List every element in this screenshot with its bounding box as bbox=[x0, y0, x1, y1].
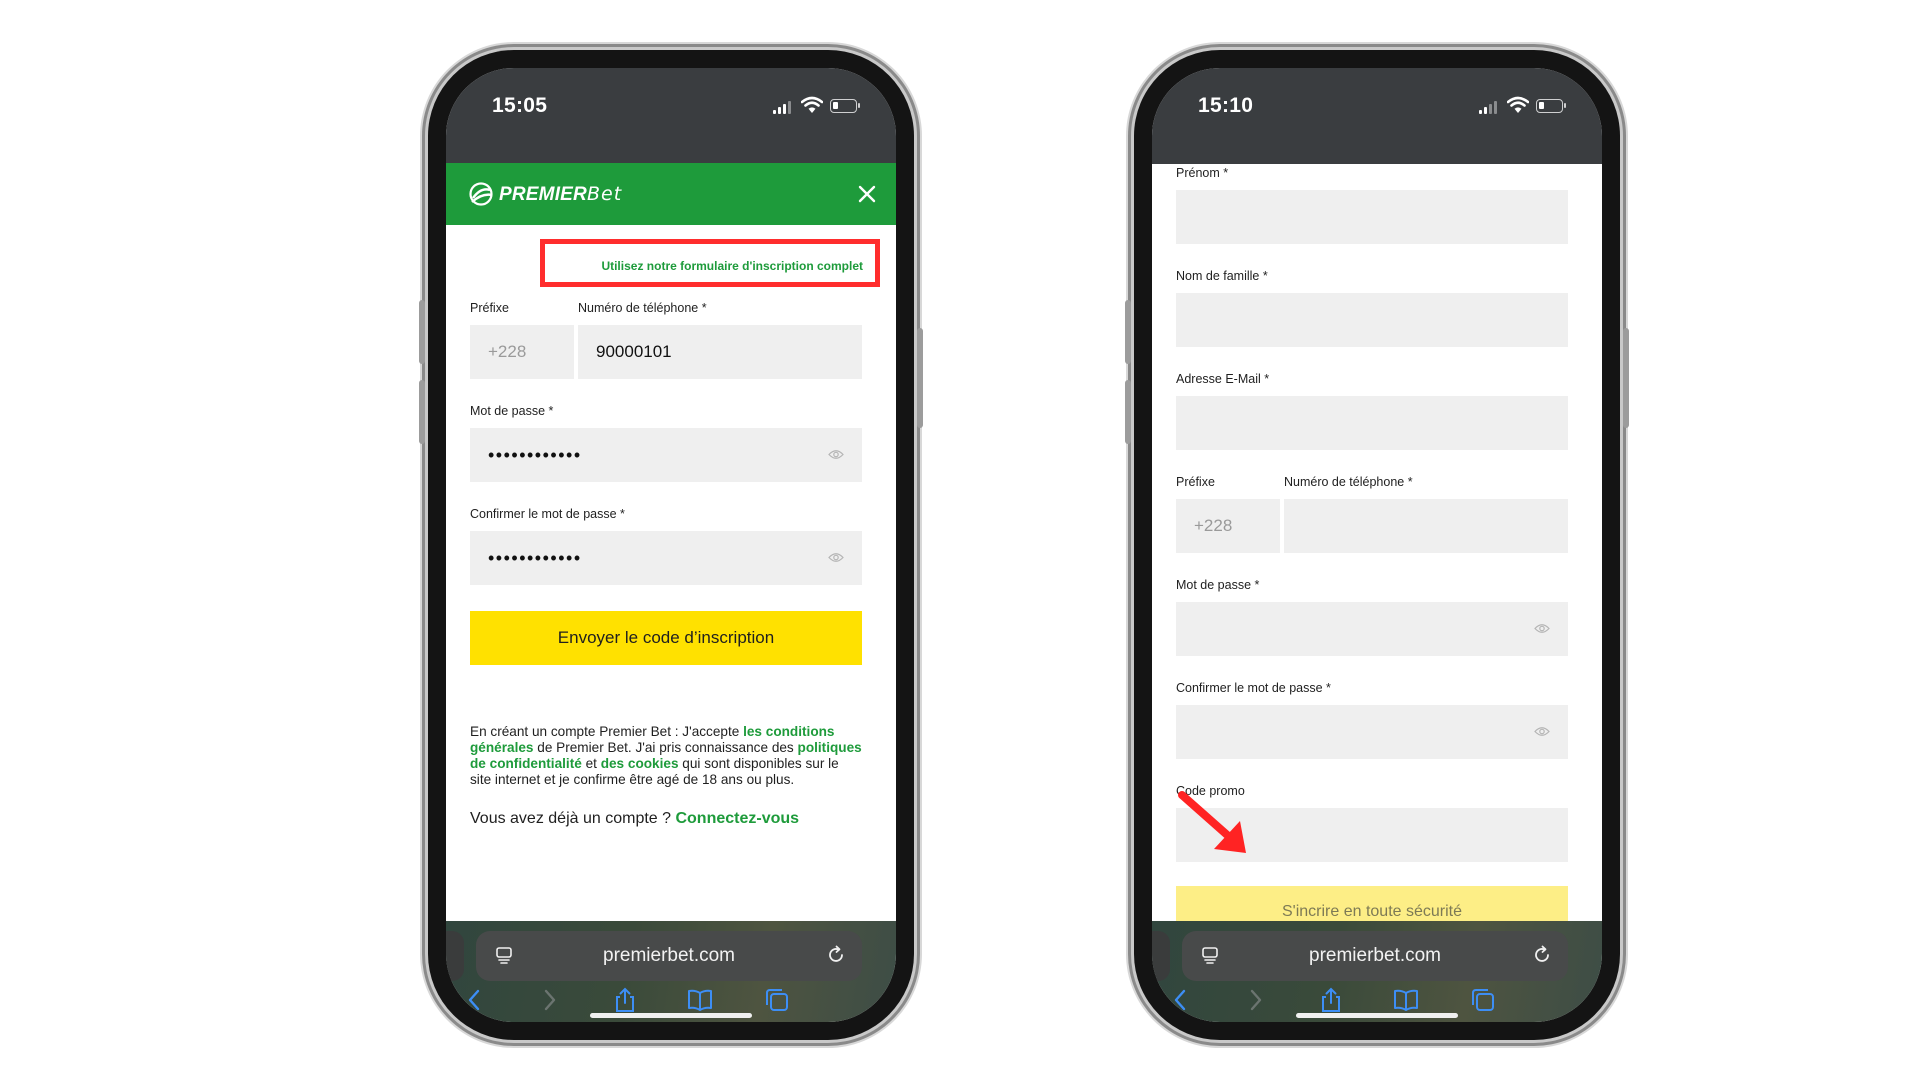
share-icon[interactable] bbox=[612, 987, 638, 1013]
confirm-password-label: Confirmer le mot de passe * bbox=[470, 507, 625, 521]
show-confirm-password-eye-icon[interactable] bbox=[828, 551, 844, 564]
phone-input[interactable]: 90000101 bbox=[578, 325, 862, 379]
wifi-icon bbox=[1507, 96, 1529, 113]
login-link[interactable]: Connectez-vous bbox=[675, 810, 799, 827]
confirm-password-input[interactable] bbox=[1176, 705, 1568, 759]
home-indicator bbox=[590, 1013, 752, 1018]
bookmarks-icon[interactable] bbox=[687, 987, 713, 1013]
password-label: Mot de passe * bbox=[1176, 578, 1260, 592]
screen-left: 15:05 PREMIERBet Utilisez notre formulai… bbox=[446, 68, 896, 1022]
confirm-password-label: Confirmer le mot de passe * bbox=[1176, 681, 1331, 695]
reload-icon[interactable] bbox=[826, 945, 846, 965]
status-time: 15:05 bbox=[492, 94, 548, 117]
bookmarks-icon[interactable] bbox=[1393, 987, 1419, 1013]
prefix-field[interactable]: +228 bbox=[470, 325, 574, 379]
cookies-link[interactable]: des cookies bbox=[601, 756, 679, 771]
email-label: Adresse E-Mail * bbox=[1176, 372, 1270, 386]
password-input[interactable]: •••••••••••• bbox=[470, 428, 862, 482]
share-icon[interactable] bbox=[1318, 987, 1344, 1013]
power-button bbox=[917, 328, 923, 428]
battery-icon bbox=[830, 99, 860, 113]
forward-icon bbox=[544, 989, 556, 1011]
tabs-icon[interactable] bbox=[764, 987, 790, 1013]
phone-right: 15:10 Prénom * Nom de famille * Adresse … bbox=[1125, 50, 1629, 1040]
premierbet-logo-icon bbox=[469, 182, 493, 206]
prefix-field[interactable]: +228 bbox=[1176, 499, 1280, 553]
last-name-input[interactable] bbox=[1176, 293, 1568, 347]
power-button bbox=[1623, 328, 1629, 428]
phone-label: Numéro de téléphone * bbox=[578, 301, 707, 315]
battery-icon bbox=[1536, 99, 1566, 113]
terms-text: En créant un compte Premier Bet : J'acce… bbox=[470, 724, 862, 787]
show-password-eye-icon[interactable] bbox=[828, 448, 844, 461]
phone-input[interactable] bbox=[1284, 499, 1568, 553]
prefix-placeholder: +228 bbox=[488, 342, 527, 361]
red-arrow-annotation bbox=[1178, 791, 1246, 853]
first-name-input[interactable] bbox=[1176, 190, 1568, 244]
home-indicator bbox=[1296, 1013, 1458, 1018]
highlight-full-form-link: Utilisez notre formulaire d'inscription … bbox=[540, 239, 880, 287]
url-text: premierbet.com bbox=[603, 945, 735, 966]
confirm-password-input[interactable]: •••••••••••• bbox=[470, 531, 862, 585]
password-label: Mot de passe * bbox=[470, 404, 554, 418]
show-confirm-password-eye-icon[interactable] bbox=[1534, 725, 1550, 738]
phone-label: Numéro de téléphone * bbox=[1284, 475, 1413, 489]
volume-up-button bbox=[1125, 300, 1131, 364]
url-text: premierbet.com bbox=[1309, 945, 1441, 966]
prefix-placeholder: +228 bbox=[1194, 516, 1233, 535]
prefix-label: Préfixe bbox=[470, 301, 509, 315]
cellular-signal-icon bbox=[773, 100, 795, 114]
previous-tab-peek[interactable] bbox=[446, 931, 464, 981]
status-time: 15:10 bbox=[1198, 94, 1254, 117]
address-bar[interactable]: premierbet.com bbox=[1182, 931, 1568, 981]
browser-toolbar: premierbet.com bbox=[1152, 921, 1602, 1022]
previous-tab-peek[interactable] bbox=[1152, 931, 1170, 981]
password-value: •••••••••••• bbox=[488, 445, 582, 465]
wifi-icon bbox=[801, 96, 823, 113]
address-bar[interactable]: premierbet.com bbox=[476, 931, 862, 981]
prefix-label: Préfixe bbox=[1176, 475, 1215, 489]
cellular-signal-icon bbox=[1479, 100, 1501, 114]
volume-down-button bbox=[1125, 380, 1131, 444]
close-icon[interactable] bbox=[854, 181, 880, 207]
app-header: PREMIERBet bbox=[446, 163, 896, 225]
phone-value: 90000101 bbox=[596, 342, 672, 361]
back-icon[interactable] bbox=[1168, 987, 1194, 1013]
volume-up-button bbox=[419, 300, 425, 364]
email-input[interactable] bbox=[1176, 396, 1568, 450]
confirm-password-value: •••••••••••• bbox=[488, 548, 582, 568]
back-icon[interactable] bbox=[462, 987, 488, 1013]
premierbet-logo: PREMIERBet bbox=[468, 179, 622, 209]
send-code-button[interactable]: Envoyer le code d’inscription bbox=[470, 611, 862, 665]
last-name-label: Nom de famille * bbox=[1176, 269, 1268, 283]
login-prompt: Vous avez déjà un compte ? Connectez-vou… bbox=[470, 810, 800, 827]
tabs-icon[interactable] bbox=[1470, 987, 1496, 1013]
status-bar: 15:05 bbox=[446, 68, 896, 163]
reload-icon[interactable] bbox=[1532, 945, 1552, 965]
browser-toolbar: premierbet.com bbox=[446, 921, 896, 1022]
forward-icon bbox=[1250, 989, 1262, 1011]
full-form-link[interactable]: Utilisez notre formulaire d'inscription … bbox=[601, 259, 863, 273]
first-name-label: Prénom * bbox=[1176, 166, 1229, 180]
brand-name: PREMIERBet bbox=[499, 182, 623, 205]
screen-right: 15:10 Prénom * Nom de famille * Adresse … bbox=[1152, 68, 1602, 1022]
password-input[interactable] bbox=[1176, 602, 1568, 656]
phone-left: 15:05 PREMIERBet Utilisez notre formulai… bbox=[419, 50, 923, 1040]
volume-down-button bbox=[419, 380, 425, 444]
status-bar: 15:10 bbox=[1152, 68, 1602, 164]
show-password-eye-icon[interactable] bbox=[1534, 622, 1550, 635]
